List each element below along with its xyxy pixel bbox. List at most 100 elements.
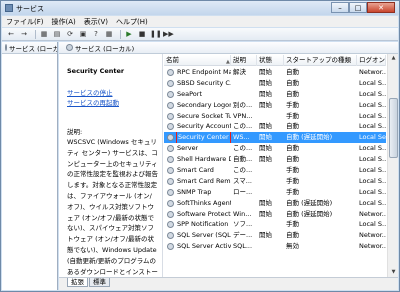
service-row[interactable]: Smart Card Rem... スマ... 手動 Local S... [164,176,386,187]
gear-icon [167,90,174,98]
service-status-cell [257,165,284,176]
service-row[interactable]: SoftThinks Agent... 開始 自動 (遅延開始) Local S... [164,198,386,209]
service-description-cell: デー... [233,231,253,240]
service-name-cell: Software Protecti... [164,209,231,220]
pause-service-button[interactable]: ❚❚ [150,30,162,39]
toolbar-separator [120,29,121,39]
service-name: Server [177,144,199,153]
service-status-cell: 開始 [259,231,272,240]
column-header-status[interactable]: 状態 [257,55,284,66]
service-description-cell: SQL... [233,242,253,251]
gear-icon [167,68,174,76]
maximize-button[interactable]: □ [349,2,367,13]
service-description-cell: WS... [233,133,250,142]
column-header-logon[interactable]: ログオン [357,55,386,66]
service-name-cell: RPC Endpoint Ma... [164,67,231,78]
service-name-cell: SPP Notification ... [164,219,231,230]
scroll-thumb[interactable] [389,98,398,158]
service-status-cell [257,219,284,230]
column-header-row: 名前 説明 状態 スタートアップの種類 ログオン [164,55,386,66]
tab-standard[interactable]: 標準 [89,278,110,287]
help-button[interactable]: ? [91,30,101,39]
service-startup-cell: 手動 [286,176,299,185]
gear-icon [5,44,7,51]
service-name: SBSD Security C... [177,78,231,87]
description-text: WSCSVC (Windows セキュリティ センター) サービスは、コンピュー… [67,138,158,276]
service-name-cell: SQL Server Activ... [164,241,231,252]
forward-button[interactable]: → [19,30,29,39]
column-header-name[interactable]: 名前 [164,55,231,66]
refresh-button[interactable]: ⟳ [65,30,75,39]
start-service-button[interactable]: ▶ [124,30,134,39]
service-name-cell: Secure Socket Tu... [164,111,231,122]
service-row[interactable]: Smart Card この... 手動 Local S... [164,165,386,176]
vertical-scrollbar[interactable]: ▲ ▼ [387,54,398,277]
service-description-cell: スマ... [233,176,253,185]
service-description-cell [231,198,257,209]
service-row[interactable]: Shell Hardware D...自動... 開始 自動 Local S... [164,154,386,165]
description-pane: Security Center サービスの停止 サービスの再起動 説明: WSC… [59,54,163,277]
menu-action[interactable]: 操作(A) [52,17,76,27]
service-row[interactable]: SNMP Trap ロー... 手動 Local S... [164,187,386,198]
service-description-cell: この... [233,166,253,175]
close-button[interactable]: ✕ [367,2,395,13]
tree-item-services-local[interactable]: サービス (ローカル) [2,42,57,54]
service-name-cell: Smart Card [164,165,231,176]
stop-service-button[interactable]: ■ [137,30,147,39]
gear-icon [167,145,174,153]
service-startup-cell: 自動 (遅延開始) [286,133,333,142]
service-row[interactable]: Server この... 開始 自動 Local S... [164,143,386,154]
service-row[interactable]: SeaPort 開始 自動 Local S... [164,89,386,100]
service-row[interactable]: Software Protecti...Win... 開始 自動 (遅延開始) Net… [164,209,386,220]
service-status-cell: 開始 [259,89,272,98]
service-row[interactable]: Secondary Logon 別の... 開始 手動 Local S... [164,100,386,111]
show-hide-tree-button[interactable]: ▦ [39,30,49,39]
service-name-cell: Secondary Logon [164,100,231,111]
service-name-cell: Server [164,143,231,154]
service-status-cell: 開始 [259,78,272,87]
service-row[interactable]: SBSD Security C... 開始 自動 Local S... [164,78,386,89]
service-startup-cell: 自動 [286,78,299,87]
stop-service-link[interactable]: サービスの停止 [67,88,158,98]
gear-icon [167,177,174,185]
menu-file[interactable]: ファイル(F) [6,17,44,27]
service-row[interactable]: Security CenterWS... 開始 自動 (遅延開始) Local Se.… [164,132,386,144]
gear-icon [167,123,174,131]
gear-icon [66,44,73,51]
service-row[interactable]: SPP Notification ... ソフ... 手動 Local S... [164,219,386,230]
export-list-button[interactable]: ▣ [78,30,88,39]
scroll-up-icon[interactable]: ▲ [389,54,398,63]
service-name: SQL Server (SQL... [177,231,231,240]
service-name: SoftThinks Agent... [177,198,231,207]
main-pane-header: サービス (ローカル) [59,42,398,54]
service-name: SeaPort [177,89,202,98]
action-pane-button[interactable]: ▦ [104,30,114,39]
service-startup-cell: 無効 [286,242,299,251]
service-row[interactable]: SQL Server Activ...SQL... 無効 Networ... [164,241,386,252]
service-name: RPC Endpoint Ma... [177,68,231,76]
properties-button[interactable]: ▤ [52,30,62,39]
view-tabs: 拡張 標準 [59,277,398,290]
tab-extended[interactable]: 拡張 [67,278,88,287]
service-status-cell [257,241,284,252]
service-startup-cell: 自動 [286,68,299,76]
column-header-startup-type[interactable]: スタートアップの種類 [284,55,357,66]
service-row[interactable]: RPC Endpoint Ma...解決 開始 自動 Networ... [164,67,386,78]
service-startup-cell: 手動 [286,100,299,109]
restart-service-link[interactable]: サービスの再起動 [67,98,158,108]
gear-icon [167,243,174,251]
column-header-description[interactable]: 説明 [231,55,257,66]
service-row[interactable]: Secure Socket Tu...VPN... 手動 Local S... [164,111,386,122]
menu-help[interactable]: ヘルプ(H) [116,17,148,27]
restart-service-button[interactable]: ▶▶ [163,30,174,39]
service-row[interactable]: Security Account...この... 開始 自動 Local S... [164,121,386,132]
back-button[interactable]: ← [6,30,16,39]
service-status-cell [257,176,284,187]
title-bar[interactable]: サービス – □ ✕ [1,1,399,15]
service-name: Security Account... [177,122,231,131]
scroll-down-icon[interactable]: ▼ [389,268,398,277]
service-row[interactable]: SQL Server (SQL... デー... 開始 自動 Networ... [164,230,386,241]
service-logon-cell: Networ... [359,68,386,76]
menu-view[interactable]: 表示(V) [84,17,108,27]
minimize-button[interactable]: – [331,2,349,13]
